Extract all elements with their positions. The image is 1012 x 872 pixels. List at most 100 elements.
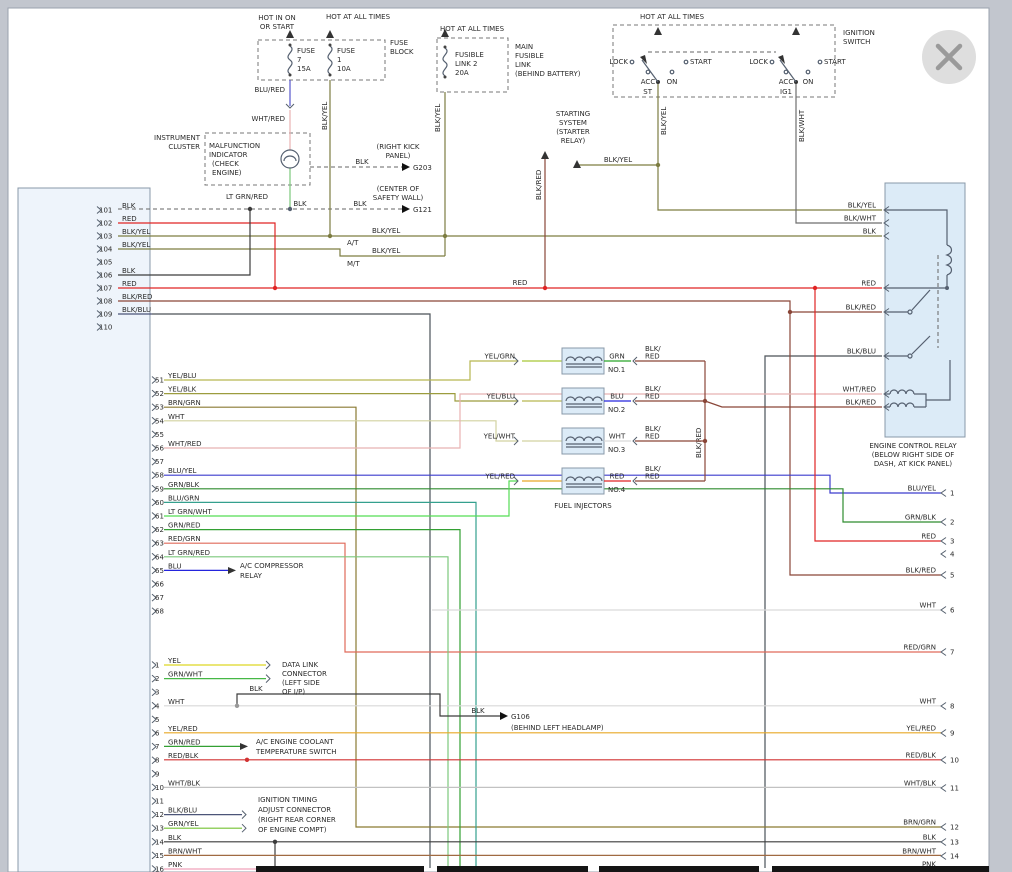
ecm-pin-wire-color: RED <box>122 280 137 288</box>
mil-label: ENGINE) <box>212 169 242 177</box>
ground-location: (BEHIND LEFT HEADLAMP) <box>511 724 604 732</box>
ecm-pin-wire-color: BLK/BLU <box>168 807 197 815</box>
fuse-label: 10A <box>337 65 351 73</box>
injector-box <box>562 388 604 414</box>
relay-pin-wire-color: WHT/RED <box>843 386 877 394</box>
fusible-link-label: FUSIBLE <box>455 51 484 59</box>
junction-dot <box>443 234 447 238</box>
wire-color-label: BLK/WHT <box>798 109 806 142</box>
ecm-pin-number: 51 <box>155 377 164 385</box>
right-pin-wire-color: GRN/BLK <box>905 514 937 522</box>
ecm-pin-number: 9 <box>155 770 159 778</box>
fuse-terminal <box>329 44 332 47</box>
injector-ecu-wire-color: YEL/BLU <box>486 393 515 401</box>
ecm-pin-number: 4 <box>155 702 160 710</box>
ecm-pin-wire-color: GRN/YEL <box>168 820 199 828</box>
relay-pin-wire-color: BLK/YEL <box>848 202 876 210</box>
switch-position-label: LOCK <box>749 58 768 66</box>
switch-position-label: ACC <box>641 78 656 86</box>
ecm-pin-number: 7 <box>155 743 159 751</box>
ecm-pin-number: 58 <box>155 472 164 480</box>
right-pin-number: 2 <box>950 519 954 527</box>
close-button[interactable] <box>922 30 976 84</box>
right-pin-number: 3 <box>950 538 954 546</box>
wire-color-label: LT GRN/RED <box>226 193 268 201</box>
junction-dot <box>273 286 277 290</box>
junction-dot <box>288 207 292 211</box>
injector-box <box>562 428 604 454</box>
right-pin-number: 7 <box>950 649 954 657</box>
component-label: RELAY) <box>561 137 586 145</box>
ecm-pin-wire-color: YEL <box>167 657 181 665</box>
right-pin-number: 14 <box>950 853 959 861</box>
right-pin-number: 10 <box>950 757 959 765</box>
switch-position-label: ON <box>667 78 678 86</box>
ecm-pin-wire-color: BLU <box>168 562 181 570</box>
injector-number: NO.2 <box>608 406 625 414</box>
junction-dot <box>543 286 547 290</box>
component-note: (BEHIND BATTERY) <box>515 70 581 78</box>
fuse-terminal <box>289 44 292 47</box>
ground-label: G121 <box>413 206 432 214</box>
injector-out-wire-color: WHT <box>609 433 626 441</box>
right-pin-number: 9 <box>950 730 954 738</box>
destination-label: DATA LINK <box>282 661 318 669</box>
right-pin-wire-color: BLK <box>923 834 937 842</box>
bottom-cutoff-bar <box>256 866 424 872</box>
ecm-pin-number: 52 <box>155 390 164 398</box>
right-pin-number: 6 <box>950 607 955 615</box>
wire-color-label: BLK/YEL <box>321 102 329 130</box>
injector-number: NO.1 <box>608 366 625 374</box>
ecm-pin-wire-color: WHT <box>168 413 185 421</box>
fuse-label: FUSE <box>337 47 355 55</box>
ecm-pin-wire-color: BLK/YEL <box>122 228 150 236</box>
ecm-pin-wire-color: RED <box>122 215 137 223</box>
right-pin-number: 5 <box>950 572 954 580</box>
ecm-pin-number: 66 <box>155 581 164 589</box>
ecm-pin-number: 61 <box>155 513 164 521</box>
switch-position-label: ACC <box>779 78 794 86</box>
injector-feed-wire-color: RED <box>645 393 660 401</box>
right-pin-number: 1 <box>950 490 954 498</box>
component-label: ENGINE CONTROL RELAY <box>869 442 957 450</box>
injector-ecu-wire-color: YEL/GRN <box>484 353 515 361</box>
ecm-pin-number: 53 <box>155 404 164 412</box>
injector-ecu-wire-color: YEL/RED <box>484 473 515 481</box>
junction-dot <box>656 163 660 167</box>
wire-color-label: BLK/YEL <box>660 107 668 135</box>
relay-pin-wire-color: BLK/BLU <box>847 348 876 356</box>
mil-label: INDICATOR <box>209 151 248 159</box>
destination-label: A/C ENGINE COOLANT <box>256 738 334 746</box>
junction-dot <box>248 207 252 211</box>
ecm-pin-number: 62 <box>155 526 164 534</box>
wire-color-label: BLK/YEL <box>372 247 400 255</box>
ecm-pin-number: 6 <box>155 730 160 738</box>
wiring-diagram: HOT IN ON OR START HOT AT ALL TIMES FUSE… <box>0 0 1012 872</box>
ecm-pin-number: 63 <box>155 540 164 548</box>
ground-location: PANEL) <box>386 152 411 160</box>
transmission-label: A/T <box>347 239 359 247</box>
ecm-pin-number: 5 <box>155 716 159 724</box>
destination-label: ADJUST CONNECTOR <box>258 806 331 814</box>
transmission-label: M/T <box>347 260 360 268</box>
relay-pin-wire-color: RED <box>861 280 876 288</box>
bottom-cutoff-bar <box>599 866 759 872</box>
feed-label: OR START <box>260 23 295 31</box>
component-label: BLOCK <box>390 48 414 56</box>
switch-position-label: LOCK <box>609 58 628 66</box>
injector-box <box>562 468 604 494</box>
right-pin-wire-color: RED/BLK <box>906 752 937 760</box>
ecm-pin-number: 8 <box>155 757 159 765</box>
component-label: STARTING <box>556 110 590 118</box>
injector-number: NO.3 <box>608 446 625 454</box>
wire-color-label: RED <box>513 279 528 287</box>
wire-color-label: BLK/YEL <box>434 104 442 132</box>
component-label: SYSTEM <box>559 119 587 127</box>
destination-label: TEMPERATURE SWITCH <box>255 748 337 756</box>
ecm-pin-wire-color: BLU/GRN <box>168 494 199 502</box>
injector-feed-wire-color: RED <box>645 473 660 481</box>
bottom-cutoff-bar <box>772 866 989 872</box>
ecm-pin-wire-color: BLK <box>122 267 136 275</box>
junction-dot <box>813 286 817 290</box>
component-label: CLUSTER <box>168 143 200 151</box>
